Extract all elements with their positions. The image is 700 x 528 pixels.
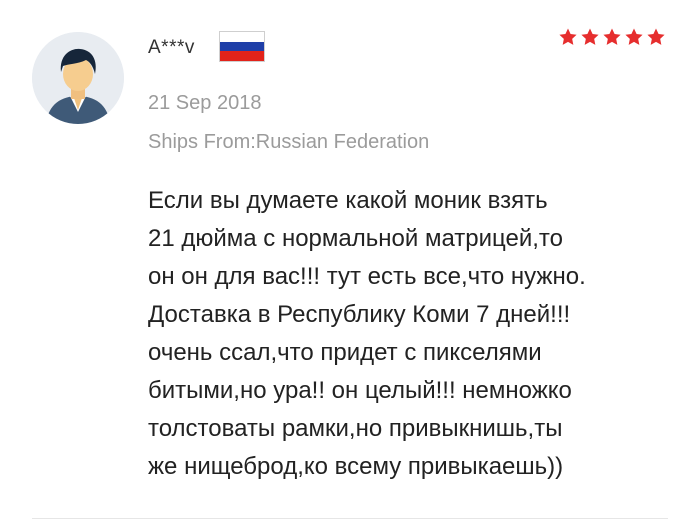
review-text-line: 21 дюйма с нормальной матрицей,то	[148, 225, 563, 252]
star-icon	[603, 28, 621, 45]
ships-from: Ships From:Russian Federation	[148, 131, 430, 153]
review-card: A***v 21 Sep 2018 Ships From:Russian Fed…	[0, 0, 700, 528]
user-avatar-icon	[32, 32, 124, 124]
star-rating	[558, 27, 666, 47]
divider	[32, 518, 668, 519]
star-icon	[647, 28, 665, 45]
review-text-line: Доставка в Республику Коми 7 дней!!!	[148, 301, 571, 328]
avatar	[32, 32, 124, 124]
review-text: Если вы думаете какой моник взять 21 дюй…	[148, 182, 668, 486]
star-icon	[559, 28, 577, 45]
star-icon	[581, 28, 599, 45]
russia-flag-icon	[219, 31, 265, 62]
review-text-line: очень ссал,что придет с пикселями	[148, 339, 542, 366]
review-text-line: Если вы думаете какой моник взять	[148, 187, 548, 214]
review-text-line: толстоваты рамки,но привыкнишь,ты	[148, 415, 563, 442]
review-text-line: же нищеброд,ко всему привыкаешь))	[148, 453, 564, 480]
review-text-line: он он для вас!!! тут есть все,что нужно.	[148, 263, 586, 290]
review-date: 21 Sep 2018	[148, 92, 262, 114]
reviewer-name: A***v	[148, 37, 195, 58]
review-text-line: битыми,но ура!! он целый!!! немножко	[148, 377, 572, 404]
star-icon	[625, 28, 643, 45]
